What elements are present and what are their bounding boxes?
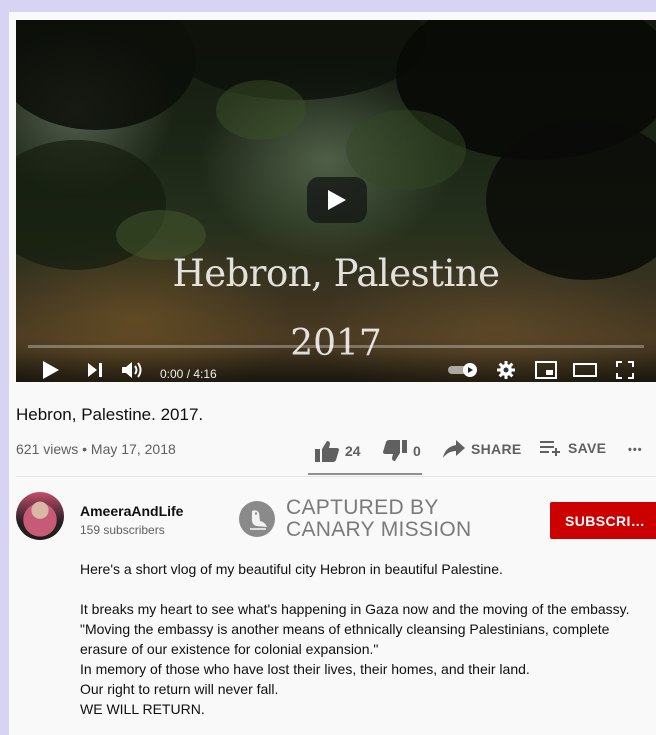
save-label: SAVE — [568, 440, 607, 456]
fullscreen-icon[interactable] — [616, 361, 634, 379]
channel-name[interactable]: AmeeraAndLife — [80, 503, 183, 519]
large-play-button[interactable] — [307, 177, 367, 223]
save-button[interactable]: SAVE — [540, 440, 606, 456]
canary-mission-watermark: CAPTURED BY CANARY MISSION — [238, 497, 471, 541]
subscriber-count: 159 subscribers — [80, 523, 165, 537]
dislike-button[interactable]: 0 — [383, 440, 421, 462]
avatar[interactable] — [16, 492, 64, 540]
like-count: 24 — [345, 443, 361, 459]
description-line: In memory of those who have lost their l… — [80, 661, 530, 677]
like-button[interactable]: 24 — [315, 440, 361, 462]
share-icon — [443, 440, 465, 458]
description-line: "Moving the embassy is another means of … — [80, 621, 610, 637]
description-line: Here's a short vlog of my beautiful city… — [80, 561, 503, 577]
video-player[interactable]: Hebron, Palestine 2017 0:00 / 4:16 — [16, 20, 656, 382]
dislike-count: 0 — [413, 443, 421, 459]
more-icon[interactable]: ••• — [628, 444, 643, 456]
volume-icon[interactable] — [122, 361, 144, 379]
watermark-line2: CANARY MISSION — [286, 518, 472, 541]
save-playlist-icon — [540, 441, 560, 456]
canary-mission-logo — [239, 501, 275, 537]
description-line: It breaks my heart to see what's happeni… — [80, 601, 630, 617]
page-frame: Hebron, Palestine 2017 0:00 / 4:16 Hebro… — [9, 12, 656, 735]
theater-icon[interactable] — [573, 363, 597, 377]
subscribe-button[interactable]: SUBSCRI… — [550, 502, 656, 539]
description-line: erasure of our existence for colonial ex… — [80, 641, 379, 657]
miniplayer-icon[interactable] — [535, 361, 557, 379]
divider — [16, 476, 656, 477]
thumbs-down-icon — [383, 440, 407, 461]
share-button[interactable]: SHARE — [443, 440, 522, 458]
video-title: Hebron, Palestine. 2017. — [16, 405, 204, 424]
description-line: Our right to return will never fall. — [80, 681, 279, 697]
description-line: WE WILL RETURN. — [80, 701, 205, 717]
autoplay-toggle-icon[interactable] — [448, 363, 478, 377]
next-icon[interactable] — [88, 363, 102, 377]
play-icon — [328, 190, 346, 210]
share-label: SHARE — [471, 441, 522, 457]
thumbs-up-icon — [315, 441, 339, 462]
watermark-line1: CAPTURED BY — [286, 496, 439, 519]
like-bar — [308, 473, 422, 475]
progress-bar[interactable] — [28, 345, 644, 348]
time-display: 0:00 / 4:16 — [160, 367, 217, 381]
video-description: Here's a short vlog of my beautiful city… — [80, 559, 656, 719]
settings-icon[interactable] — [497, 361, 515, 379]
video-overlay-title: Hebron, Palestine — [172, 252, 500, 295]
play-icon[interactable] — [43, 361, 59, 379]
view-stats: 621 views • May 17, 2018 — [16, 441, 176, 457]
player-controls: 0:00 / 4:16 — [16, 352, 656, 382]
